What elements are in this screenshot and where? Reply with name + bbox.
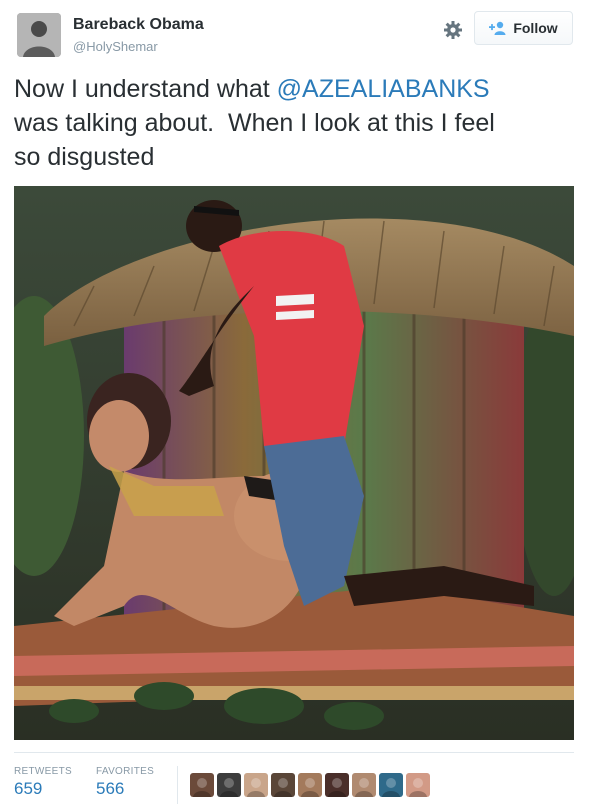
favoriter-avatar[interactable] (217, 773, 241, 797)
follow-button[interactable]: Follow (474, 11, 573, 45)
author-avatar[interactable] (17, 13, 61, 57)
user-avatar-icon (17, 13, 61, 57)
favorites-count[interactable]: 566 (96, 779, 154, 799)
retweets-count[interactable]: 659 (14, 779, 72, 799)
retweets-label: RETWEETS (14, 766, 72, 777)
photo-image (14, 186, 574, 740)
favorites-stat[interactable]: FAVORITES 566 (96, 766, 154, 799)
favoriter-avatar[interactable] (271, 773, 295, 797)
author-display-name[interactable]: Bareback Obama (73, 16, 204, 34)
stats-divider (14, 752, 574, 753)
favoriter-avatar[interactable] (190, 773, 214, 797)
favoriter-avatar[interactable] (298, 773, 322, 797)
mention-link[interactable]: @AZEALIABANKS (277, 75, 490, 103)
favoriter-avatar[interactable] (244, 773, 268, 797)
favoriter-avatar[interactable] (325, 773, 349, 797)
tweet-text: Now I understand what @AZEALIABANKS was … (14, 72, 589, 174)
add-user-icon (489, 21, 506, 35)
retweets-stat[interactable]: RETWEETS 659 (14, 766, 72, 799)
favoriters-list (190, 773, 430, 797)
tweet-photo[interactable] (14, 186, 574, 740)
tweet-card: Bareback Obama @HolyShemar Follow Now I … (0, 0, 601, 811)
favoriter-avatar[interactable] (352, 773, 376, 797)
tweet-line-1: Now I understand what @AZEALIABANKS (14, 72, 589, 106)
tweet-line-1-text: Now I understand what (14, 75, 277, 103)
follow-label: Follow (513, 20, 558, 36)
favoriter-avatar[interactable] (379, 773, 403, 797)
stats-separator (177, 766, 178, 804)
tweet-line-3: so disgusted (14, 143, 155, 171)
author-screen-name[interactable]: @HolyShemar (73, 39, 158, 54)
favorites-label: FAVORITES (96, 766, 155, 777)
gear-icon[interactable] (443, 20, 463, 40)
tweet-line-2: was talking about. When I look at this I… (14, 109, 495, 137)
favoriter-avatar[interactable] (406, 773, 430, 797)
